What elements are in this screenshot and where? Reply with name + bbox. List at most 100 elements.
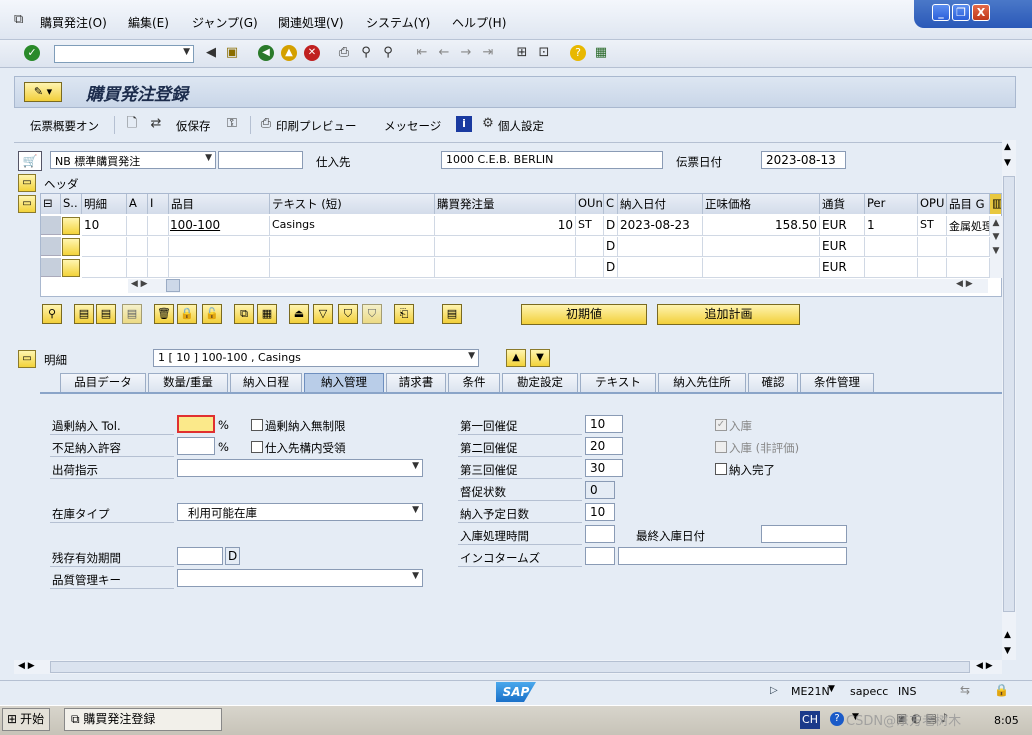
layout-menu-icon[interactable]: ▦: [593, 45, 609, 61]
row-status-button[interactable]: [62, 259, 80, 277]
lock-icon[interactable]: 🔒: [177, 304, 197, 324]
tab-material-data[interactable]: 品目データ: [60, 373, 146, 392]
hold-button[interactable]: 仮保存: [176, 118, 211, 134]
cell-a[interactable]: [127, 258, 148, 278]
exit-icon[interactable]: ▲: [281, 45, 297, 61]
cell-opu[interactable]: [918, 258, 947, 278]
command-field[interactable]: [54, 45, 194, 63]
cell-i[interactable]: [148, 258, 169, 278]
incoterms-field[interactable]: [585, 547, 615, 565]
delete-details-icon[interactable]: ▤: [96, 304, 116, 324]
print-preview-icon[interactable]: ⎙: [258, 116, 274, 132]
find-next-icon[interactable]: ⚲: [380, 45, 396, 61]
sap-window-icon[interactable]: ⧉: [14, 12, 23, 27]
last-page-icon[interactable]: ⇥: [480, 45, 496, 61]
gr-at-vendor-checkbox[interactable]: [251, 441, 263, 453]
item-details-icon[interactable]: ⚲: [42, 304, 62, 324]
po-type-select[interactable]: NB 標準購買発注: [50, 151, 216, 169]
col-i[interactable]: I: [148, 194, 169, 214]
personal-settings-icon[interactable]: ⚙: [480, 116, 496, 132]
filter-icon[interactable]: ▽: [313, 304, 333, 324]
col-delivery-date[interactable]: 納入日付: [618, 194, 703, 214]
col-short-text[interactable]: テキスト (短): [270, 194, 435, 214]
cell-per[interactable]: [865, 237, 918, 257]
cell-delivery-date[interactable]: [618, 258, 703, 278]
document-icon[interactable]: ▤: [442, 304, 462, 324]
cell-delivery-date[interactable]: [618, 237, 703, 257]
col-po-qty[interactable]: 購買発注量: [435, 194, 576, 214]
back-icon[interactable]: ◀: [258, 45, 274, 61]
reminder2-field[interactable]: 20: [585, 437, 623, 455]
menu-goto[interactable]: ジャンプ(G): [192, 14, 258, 31]
items-collapse-button[interactable]: ▭: [18, 195, 36, 213]
unlock-icon[interactable]: 🔓: [202, 304, 222, 324]
shipping-instructions-select[interactable]: [177, 459, 423, 477]
check-icon[interactable]: ⚿: [224, 116, 240, 132]
tab-condition-control[interactable]: 条件管理: [800, 373, 874, 392]
next-item-button[interactable]: ▼: [530, 349, 550, 367]
personal-settings-button[interactable]: 個人設定: [498, 118, 544, 134]
prev-item-button[interactable]: ▲: [506, 349, 526, 367]
print-preview-button[interactable]: 印刷プレビュー: [276, 118, 357, 134]
detail-item-select[interactable]: 1 [ 10 ] 100-100 , Casings: [153, 349, 479, 367]
close-button[interactable]: X: [972, 4, 990, 21]
cell-mat-group[interactable]: [947, 237, 990, 257]
col-a[interactable]: A: [127, 194, 148, 214]
other-po-icon[interactable]: ⇄: [148, 116, 164, 132]
menu-edit[interactable]: 編集(E): [128, 14, 169, 31]
grid-vscroll[interactable]: ▲ ▼ ▼: [990, 216, 1002, 278]
remaining-shelf-life-field[interactable]: [177, 547, 223, 565]
add-plan-button[interactable]: 追加計画: [657, 304, 800, 325]
start-button[interactable]: ⊞ 开始: [2, 708, 50, 731]
default-values-button[interactable]: 初期値: [521, 304, 647, 325]
col-opu[interactable]: OPU: [918, 194, 947, 214]
cell-currency[interactable]: EUR: [820, 237, 865, 257]
cell-a[interactable]: [127, 216, 148, 236]
minimize-button[interactable]: _: [932, 4, 950, 21]
row-selector[interactable]: [41, 216, 61, 235]
doc-date-field[interactable]: 2023-08-13: [761, 151, 846, 169]
tab-delivery-schedule[interactable]: 納入日程: [230, 373, 302, 392]
cell-net-price[interactable]: 158.50: [703, 216, 820, 236]
save-icon[interactable]: ▣: [224, 45, 240, 61]
row-selector[interactable]: [41, 258, 61, 277]
menu-help[interactable]: ヘルプ(H): [452, 14, 506, 31]
delivery-complete-checkbox[interactable]: [715, 463, 727, 475]
cell-oun[interactable]: ST: [576, 216, 604, 236]
cell-po-qty[interactable]: [435, 237, 576, 257]
copy-icon[interactable]: ⧉: [234, 304, 254, 324]
new-document-icon[interactable]: 🗋: [124, 116, 140, 132]
cell-material[interactable]: [169, 237, 270, 257]
row-status-button[interactable]: [62, 238, 80, 256]
tab-conditions[interactable]: 条件: [448, 373, 500, 392]
col-per[interactable]: Per: [865, 194, 918, 214]
delete-icon[interactable]: 🗑: [154, 304, 174, 324]
info-icon[interactable]: i: [456, 116, 472, 132]
incoterms-location-field[interactable]: [618, 547, 847, 565]
tab-texts[interactable]: テキスト: [580, 373, 656, 392]
tab-account-assignment[interactable]: 勘定設定: [502, 373, 578, 392]
clear-filter-icon[interactable]: ⛉: [362, 304, 382, 324]
select-all-icon[interactable]: ▦: [257, 304, 277, 324]
play-icon[interactable]: ▷: [770, 685, 778, 696]
cell-oun[interactable]: [576, 237, 604, 257]
first-page-icon[interactable]: ⇤: [414, 45, 430, 61]
col-currency[interactable]: 通貨: [820, 194, 865, 214]
main-vscroll[interactable]: ▲ ▼ ▲ ▼: [1002, 140, 1016, 660]
detail-collapse-button[interactable]: ▭: [18, 350, 36, 368]
cell-i[interactable]: [148, 216, 169, 236]
cell-opu[interactable]: ST: [918, 216, 947, 236]
cell-oun[interactable]: [576, 258, 604, 278]
tab-delivery-address[interactable]: 納入先住所: [658, 373, 746, 392]
cell-a[interactable]: [127, 237, 148, 257]
col-item[interactable]: 明細: [82, 194, 127, 214]
row-status-button[interactable]: [62, 217, 80, 235]
cell-currency[interactable]: EUR: [820, 216, 865, 236]
cell-per[interactable]: [865, 258, 918, 278]
last-gr-date-field[interactable]: [761, 525, 847, 543]
reminder1-field[interactable]: 10: [585, 415, 623, 433]
cell-item[interactable]: [82, 237, 127, 257]
tab-delivery[interactable]: 納入管理: [304, 373, 384, 392]
cell-short-text[interactable]: [270, 237, 435, 257]
input-language[interactable]: CH: [800, 711, 820, 729]
